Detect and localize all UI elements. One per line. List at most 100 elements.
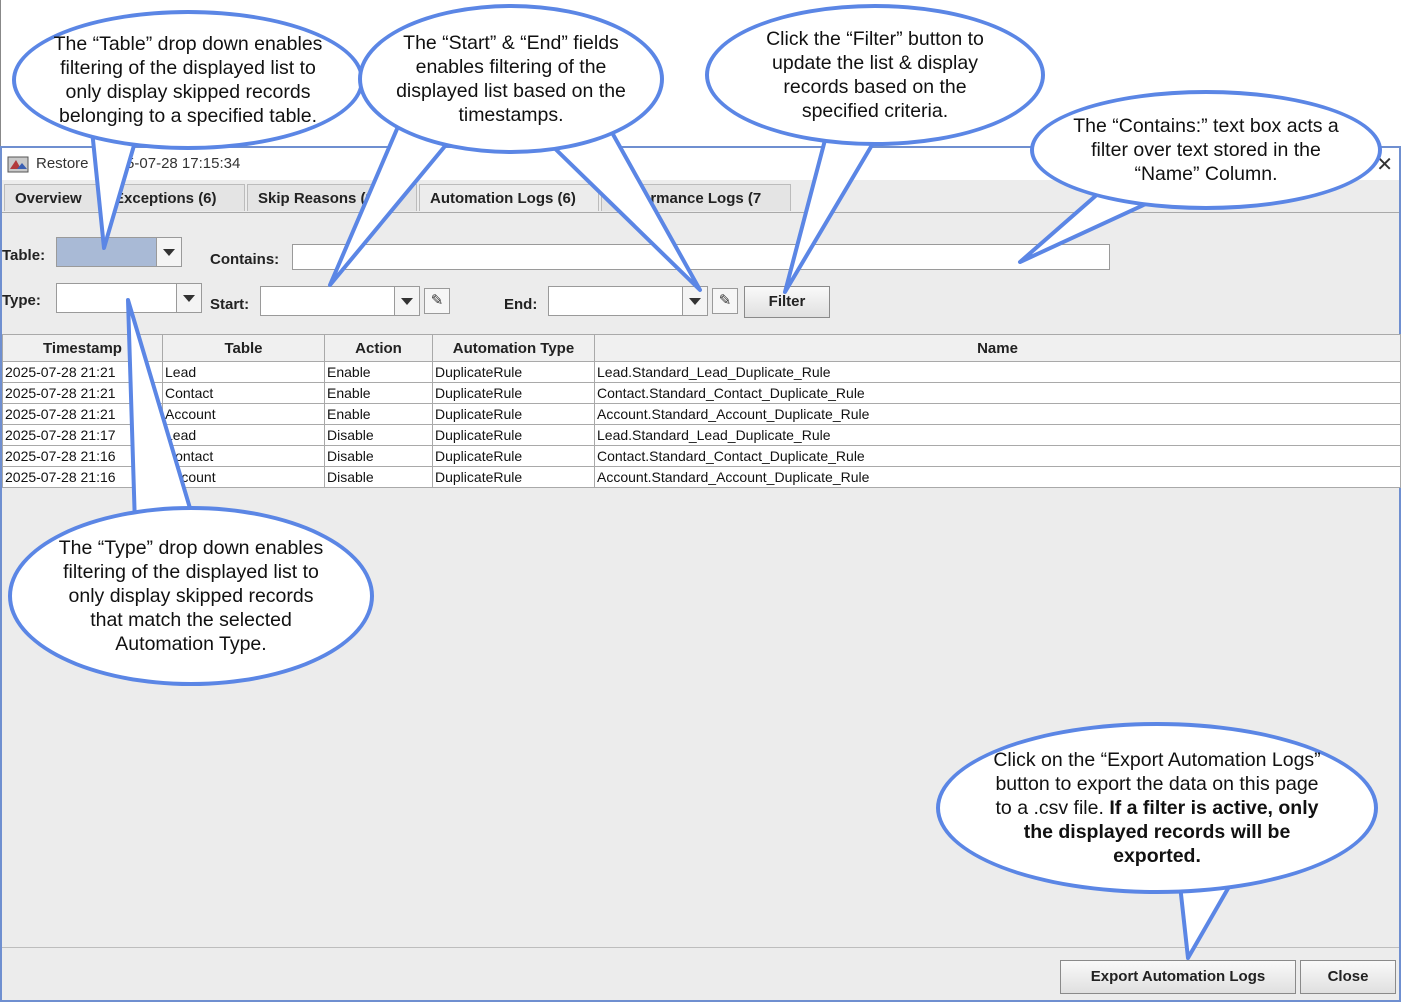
automation-logs-table: Timestamp Table Action Automation Type N…	[2, 334, 1401, 488]
export-automation-logs-button[interactable]: Export Automation Logs	[1060, 960, 1296, 994]
close-button[interactable]: Close	[1300, 960, 1396, 994]
cell-action: Disable	[324, 424, 433, 446]
table-row[interactable]: 2025-07-28 21:16 Account Disable Duplica…	[2, 466, 1401, 488]
column-header-automation-type[interactable]: Automation Type	[432, 334, 595, 362]
contains-input[interactable]	[292, 244, 1110, 270]
table-row[interactable]: 2025-07-28 21:17 Lead Disable DuplicateR…	[2, 424, 1401, 446]
callout-line: The “Contains:” text box acts a	[1073, 115, 1339, 137]
callout-bold-line: exported.	[1113, 845, 1201, 867]
cell-name: Contact.Standard_Contact_Duplicate_Rule	[594, 382, 1401, 404]
type-dropdown-value	[57, 284, 177, 312]
table-row[interactable]: 2025-07-28 21:21 Account Enable Duplicat…	[2, 403, 1401, 425]
callout-filter-button: Click the “Filter” button to update the …	[705, 4, 1045, 146]
cell-timestamp: 2025-07-28 21:21	[2, 403, 163, 425]
callout-line: “Name” Column.	[1134, 163, 1278, 185]
callout-bold-text: If a filter is active, only	[1109, 797, 1319, 819]
cell-automation-type: DuplicateRule	[432, 403, 595, 425]
end-date-picker[interactable]	[548, 286, 708, 316]
cell-action: Enable	[324, 403, 433, 425]
pencil-icon[interactable]: ✎	[712, 288, 738, 314]
cell-timestamp: 2025-07-28 21:16	[2, 466, 163, 488]
callout-line: only display skipped records	[65, 81, 311, 103]
callout-line: records based on the	[783, 76, 967, 98]
window-edge	[0, 0, 1, 146]
callout-line: The “Table” drop down enables	[53, 33, 323, 55]
table-row[interactable]: 2025-07-28 21:16 Contact Disable Duplica…	[2, 445, 1401, 467]
table-dropdown-value	[57, 238, 157, 266]
column-header-timestamp[interactable]: Timestamp	[2, 334, 163, 362]
cell-table: Contact	[162, 382, 325, 404]
callout-line: filtering of the displayed list to	[63, 561, 319, 583]
chevron-down-icon[interactable]	[176, 284, 201, 312]
callout-start-end: The “Start” & “End” fields enables filte…	[358, 4, 664, 154]
cell-name: Account.Standard_Account_Duplicate_Rule	[594, 403, 1401, 425]
cell-automation-type: DuplicateRule	[432, 466, 595, 488]
tab-skip-reasons[interactable]: Skip Reasons (8	[247, 184, 417, 211]
cell-action: Disable	[324, 466, 433, 488]
cell-automation-type: DuplicateRule	[432, 382, 595, 404]
callout-text: to a .csv file.	[995, 797, 1110, 819]
app-icon	[7, 156, 29, 173]
cell-table: Contact	[162, 445, 325, 467]
tab-overview[interactable]: Overview	[4, 184, 102, 211]
tab-label: Automation Logs (6)	[430, 190, 576, 207]
callout-line: filter over text stored in the	[1091, 139, 1321, 161]
chevron-down-icon[interactable]	[156, 238, 181, 266]
end-date-value	[549, 287, 683, 315]
cell-timestamp: 2025-07-28 21:17	[2, 424, 163, 446]
cell-table: Account	[162, 403, 325, 425]
table-label: Table:	[2, 247, 46, 264]
cell-action: Enable	[324, 382, 433, 404]
table-row[interactable]: 2025-07-28 21:21 Contact Enable Duplicat…	[2, 382, 1401, 404]
callout-line: to a .csv file. If a filter is active, o…	[993, 796, 1320, 820]
callout-line: Click on the “Export Automation Logs”	[993, 749, 1321, 771]
callout-line: specified criteria.	[801, 100, 949, 122]
tab-label: Skip Reasons (8	[258, 190, 374, 207]
callout-type-dropdown: The “Type” drop down enables filtering o…	[8, 506, 374, 686]
callout-line: belonging to a specified table.	[58, 105, 318, 127]
callout-line: displayed list based on the	[396, 80, 626, 102]
filter-button[interactable]: Filter	[744, 286, 830, 318]
column-header-name[interactable]: Name	[594, 334, 1401, 362]
cell-timestamp: 2025-07-28 21:21	[2, 382, 163, 404]
chevron-down-icon[interactable]	[682, 287, 707, 315]
window-title: Restore : 2025-07-28 17:15:34	[36, 155, 241, 172]
callout-line: timestamps.	[458, 104, 564, 126]
chevron-down-icon[interactable]	[394, 287, 419, 315]
callout-contains: The “Contains:” text box acts a filter o…	[1030, 90, 1382, 210]
column-header-action[interactable]: Action	[324, 334, 433, 362]
cell-timestamp: 2025-07-28 21:16	[2, 445, 163, 467]
callout-line: The “Start” & “End” fields	[403, 32, 619, 54]
callout-line: update the list & display	[772, 52, 978, 74]
contains-label: Contains:	[210, 251, 280, 268]
start-date-picker[interactable]	[260, 286, 420, 316]
start-label: Start:	[210, 296, 250, 313]
callout-table-dropdown: The “Table” drop down enables filtering …	[12, 10, 364, 150]
type-dropdown[interactable]	[56, 283, 202, 313]
cell-action: Enable	[324, 361, 433, 383]
tab-automation-logs[interactable]: Automation Logs (6)	[419, 184, 599, 211]
tab-label: Overview	[15, 190, 82, 207]
callout-export: Click on the “Export Automation Logs” bu…	[936, 722, 1378, 894]
start-date-value	[261, 287, 395, 315]
button-bar: Export Automation Logs Close	[2, 947, 1399, 1000]
cell-automation-type: DuplicateRule	[432, 445, 595, 467]
tab-label: Exceptions (6)	[114, 190, 217, 207]
table-row[interactable]: 2025-07-28 21:21 Lead Enable DuplicateRu…	[2, 361, 1401, 383]
pencil-icon[interactable]: ✎	[424, 288, 450, 314]
cell-table: Lead	[162, 361, 325, 383]
cell-name: Account.Standard_Account_Duplicate_Rule	[594, 466, 1401, 488]
end-label: End:	[504, 296, 538, 313]
cell-action: Disable	[324, 445, 433, 467]
callout-line: Automation Type.	[115, 633, 267, 655]
callout-line: only display skipped records	[68, 585, 314, 607]
column-header-table[interactable]: Table	[162, 334, 325, 362]
table-header-row: Timestamp Table Action Automation Type N…	[2, 334, 1401, 362]
callout-line: filtering of the displayed list to	[60, 57, 316, 79]
tab-performance-logs[interactable]: Performance Logs (7	[601, 184, 791, 211]
cell-name: Lead.Standard_Lead_Duplicate_Rule	[594, 424, 1401, 446]
callout-line: enables filtering of the	[415, 56, 607, 78]
cell-table: Lead	[162, 424, 325, 446]
tab-exceptions[interactable]: Exceptions (6)	[103, 184, 245, 211]
table-dropdown[interactable]	[56, 237, 182, 267]
